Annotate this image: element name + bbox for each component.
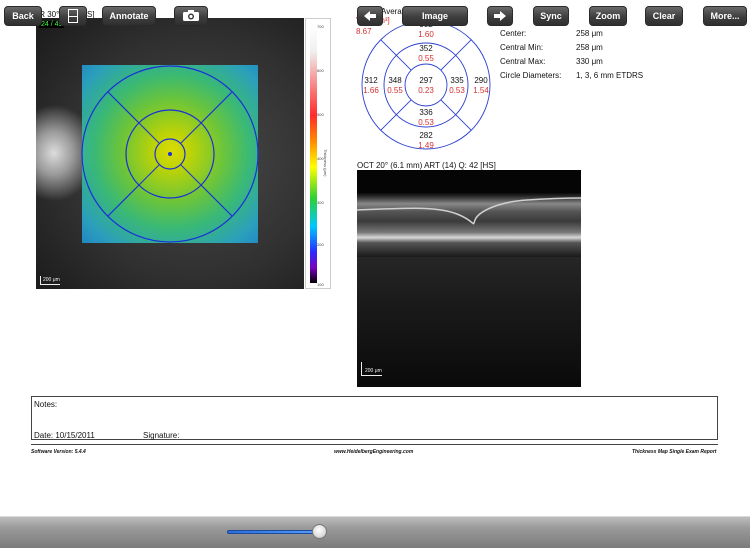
notes-label: Notes:: [34, 400, 58, 409]
fundus-image[interactable]: 24 / 49 200 μm: [36, 18, 304, 289]
stat-value: 258 μm: [576, 29, 603, 38]
colorbar-tick: 500: [317, 112, 324, 117]
layout-split-icon: [68, 9, 78, 23]
footer-divider: [31, 444, 718, 445]
etdrs-grid-overlay: [81, 65, 259, 243]
sector-volume: 1.60: [418, 30, 434, 39]
sector-thickness: 335: [450, 76, 464, 85]
annotate-button[interactable]: Annotate: [102, 6, 156, 26]
sector-volume: 0.23: [418, 86, 434, 95]
zoom-button[interactable]: Zoom: [589, 6, 627, 26]
sector-volume: 1.54: [473, 86, 489, 95]
date-label: Date: 10/15/2011: [34, 431, 95, 440]
software-version: Software Version: 5.4.4: [31, 449, 86, 455]
sector-thickness: 352: [419, 44, 433, 53]
colorbar: 700 600 500 400 300 200 100 Thickness (μ…: [305, 18, 331, 289]
image-button[interactable]: Image: [402, 6, 468, 26]
stat-value: 1, 3, 6 mm ETDRS: [576, 71, 644, 80]
sector-volume: 0.53: [418, 118, 434, 127]
oct-fovea-contour: [357, 197, 581, 225]
more-button[interactable]: More...: [703, 6, 747, 26]
arrow-right-icon: [494, 11, 506, 21]
clear-button[interactable]: Clear: [645, 6, 683, 26]
sector-outer-inferior: 282 1.49: [411, 131, 441, 151]
colorbar-tick: 600: [317, 68, 324, 73]
sync-button[interactable]: Sync: [533, 6, 569, 26]
sector-volume: 1.49: [418, 141, 434, 150]
sector-inner-temporal: 348 0.55: [380, 76, 410, 96]
sector-volume: 0.55: [418, 54, 434, 63]
report-type: Thickness Map Single Exam Report: [632, 449, 717, 455]
colorbar-tick: 300: [317, 200, 324, 205]
layout-toggle-button[interactable]: [59, 6, 87, 26]
sector-thickness: 297: [419, 76, 433, 85]
sector-thickness: 290: [474, 76, 488, 85]
camera-button[interactable]: [174, 6, 208, 26]
arrow-left-icon: [364, 11, 376, 21]
colorbar-tick: 700: [317, 24, 324, 29]
sector-volume: 0.55: [387, 86, 403, 95]
zoom-slider-knob[interactable]: [312, 524, 327, 539]
signature-label: Signature:: [143, 431, 180, 440]
camera-icon: [183, 10, 199, 21]
stat-value: 330 μm: [576, 57, 603, 66]
next-button[interactable]: [487, 6, 513, 26]
oct-scale-bar: 200 μm: [361, 362, 382, 376]
colorbar-gradient: [310, 25, 317, 283]
sector-thickness: 282: [419, 131, 433, 140]
oct-title: OCT 20° (6.1 mm) ART (14) Q: 42 [HS]: [357, 161, 496, 170]
fundus-scale-bar: 200 μm: [40, 276, 60, 285]
sector-thickness: 336: [419, 108, 433, 117]
sector-inner-inferior: 336 0.53: [411, 108, 441, 128]
sector-inner-superior: 352 0.55: [411, 44, 441, 64]
sector-center: 297 0.23: [411, 76, 441, 96]
stat-label: Center:: [500, 29, 527, 38]
colorbar-tick: 100: [317, 282, 324, 287]
oct-bscan-image[interactable]: 200 μm: [357, 170, 581, 387]
prev-button[interactable]: [357, 6, 383, 26]
stat-value: 258 μm: [576, 43, 603, 52]
website-link: www.HeidelbergEngineering.com: [334, 449, 414, 455]
stat-label: Central Min:: [500, 43, 544, 52]
sector-thickness: 348: [388, 76, 402, 85]
sector-thickness: 312: [364, 76, 378, 85]
notes-box[interactable]: Notes: Date: 10/15/2011 Signature:: [31, 396, 718, 440]
colorbar-label: Thickness (μm): [323, 149, 328, 177]
stat-label: Central Max:: [500, 57, 546, 66]
colorbar-tick: 200: [317, 242, 324, 247]
sector-outer-nasal: 290 1.54: [466, 76, 496, 96]
back-button[interactable]: Back: [4, 6, 42, 26]
stat-label: Circle Diameters:: [500, 71, 562, 80]
bottom-toolbar: [0, 516, 750, 548]
